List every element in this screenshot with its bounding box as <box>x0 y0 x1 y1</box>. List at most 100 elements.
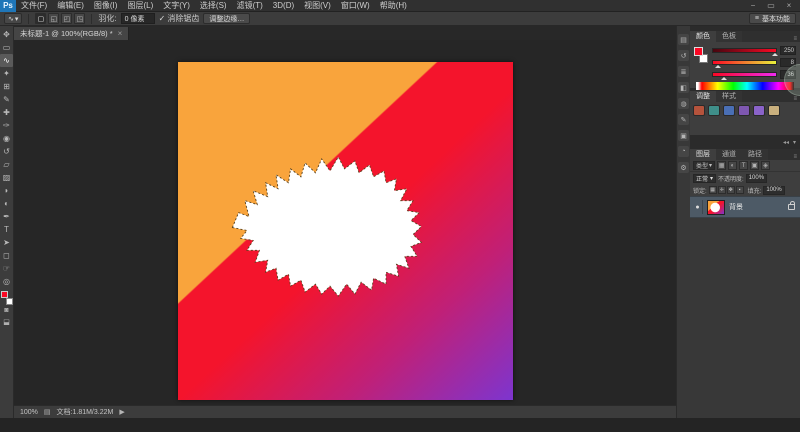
menu-item[interactable]: 图层(L) <box>122 0 158 12</box>
tool-button[interactable]: ⊞ <box>0 80 13 93</box>
feather-input[interactable]: 0 像素 <box>121 13 155 24</box>
tool-button[interactable]: ↺ <box>0 145 13 158</box>
blue-value[interactable]: 36 <box>780 70 796 79</box>
green-value[interactable]: 8 <box>780 58 796 67</box>
menu-item[interactable]: 帮助(H) <box>375 0 412 12</box>
selection-mode-button[interactable]: ◱ <box>48 13 59 24</box>
tool-button[interactable]: ◻ <box>0 249 13 262</box>
lock-option-icon[interactable]: ▦ <box>709 186 717 194</box>
screen-mode-button[interactable]: ⬓ <box>0 316 13 327</box>
layer-visibility-eye-icon[interactable]: ● <box>693 200 703 214</box>
tool-preset-picker[interactable]: ∿ ▾ <box>4 13 22 24</box>
collapse-icon[interactable]: ◂◂ <box>783 139 789 146</box>
menu-item[interactable]: 视图(V) <box>299 0 336 12</box>
opacity-input[interactable]: 100% <box>746 174 767 183</box>
tool-button[interactable]: ◉ <box>0 132 13 145</box>
tab-adjustments[interactable]: 调整 <box>690 91 716 102</box>
menu-item[interactable]: 文件(F) <box>16 0 52 12</box>
tab-styles[interactable]: 样式 <box>716 91 742 102</box>
tool-button[interactable]: ▨ <box>0 171 13 184</box>
document-tab[interactable]: 未标题-1 @ 100%(RGB/8) * × <box>14 27 129 40</box>
fill-input[interactable]: 100% <box>763 186 784 195</box>
dock-panel-icon[interactable]: ✎ <box>678 114 689 125</box>
slider-handle[interactable] <box>772 53 778 56</box>
adjustment-icon[interactable] <box>693 105 705 116</box>
foreground-color-swatch[interactable] <box>694 47 703 56</box>
menu-item[interactable]: 图像(I) <box>89 0 123 12</box>
document-canvas[interactable] <box>178 62 513 400</box>
background-color-swatch[interactable] <box>6 298 13 305</box>
selection-mode-button[interactable]: ◰ <box>61 13 72 24</box>
blue-slider[interactable] <box>712 72 777 77</box>
antialias-checkbox[interactable]: ✓ 消除锯齿 <box>159 13 200 24</box>
dock-panel-icon[interactable]: ≣ <box>678 66 689 77</box>
color-spectrum-ramp[interactable] <box>696 82 794 90</box>
tool-button[interactable]: ✎ <box>0 93 13 106</box>
menu-item[interactable]: 3D(D) <box>268 0 299 12</box>
close-icon[interactable]: × <box>784 1 794 10</box>
workspace-switcher-button[interactable]: ≡ 基本功能 <box>749 13 796 24</box>
adjustment-icon[interactable] <box>738 105 750 116</box>
slider-handle[interactable] <box>721 77 727 80</box>
tab-layers[interactable]: 图层 <box>690 149 716 160</box>
tool-button[interactable]: T <box>0 223 13 236</box>
menu-item[interactable]: 选择(S) <box>195 0 232 12</box>
layer-filter-kind[interactable]: 类型 ▾ <box>693 161 715 170</box>
dock-panel-icon[interactable]: ◍ <box>678 98 689 109</box>
color-panel-swatches[interactable] <box>694 47 708 63</box>
refine-edge-button[interactable]: 调整边缘… <box>203 13 250 24</box>
lock-option-icon[interactable]: ✛ <box>718 186 726 194</box>
minimize-icon[interactable]: − <box>748 1 758 10</box>
tool-button[interactable]: ✑ <box>0 119 13 132</box>
restore-icon[interactable]: ▭ <box>766 1 776 10</box>
tool-button[interactable]: ◎ <box>0 275 13 288</box>
quick-mask-button[interactable]: ◙ <box>0 305 13 316</box>
adjustment-icon[interactable] <box>768 105 780 116</box>
red-slider[interactable] <box>712 48 777 53</box>
tool-button[interactable]: ◗ <box>0 184 13 197</box>
adjustment-icon[interactable] <box>753 105 765 116</box>
tool-button[interactable]: ▱ <box>0 158 13 171</box>
tool-button[interactable]: ➤ <box>0 236 13 249</box>
adjustment-icon[interactable] <box>723 105 735 116</box>
layer-filter-icon[interactable]: T <box>739 161 748 170</box>
layer-filter-icon[interactable]: ▦ <box>717 161 726 170</box>
selection-mode-button[interactable]: ▢ <box>35 13 46 24</box>
dock-panel-icon[interactable]: ▣ <box>678 130 689 141</box>
tool-button[interactable]: ✥ <box>0 28 13 41</box>
dock-panel-icon[interactable]: ⚙ <box>678 162 689 173</box>
menu-item[interactable]: 文字(Y) <box>158 0 195 12</box>
menu-item[interactable]: 滤镜(T) <box>232 0 268 12</box>
status-caret-icon[interactable]: ▶ <box>119 408 124 416</box>
tool-button[interactable]: ▭ <box>0 41 13 54</box>
dock-panel-icon[interactable]: ◧ <box>678 82 689 93</box>
green-slider[interactable] <box>712 60 777 65</box>
adjustment-icon[interactable] <box>708 105 720 116</box>
layer-filter-icon[interactable]: ◐ <box>728 161 737 170</box>
menu-item[interactable]: 窗口(W) <box>336 0 375 12</box>
tool-button[interactable]: ✚ <box>0 106 13 119</box>
canvas-pasteboard[interactable] <box>14 40 676 405</box>
tool-button[interactable]: ☞ <box>0 262 13 275</box>
slider-handle[interactable] <box>715 65 721 68</box>
blend-mode-select[interactable]: 正常 ▾ <box>693 174 716 183</box>
tool-button[interactable]: ∿ <box>0 54 13 67</box>
tab-paths[interactable]: 路径 <box>742 149 768 160</box>
foreground-color-swatch[interactable] <box>1 291 8 298</box>
red-value[interactable]: 250 <box>780 46 796 55</box>
lock-option-icon[interactable]: ✥ <box>727 186 735 194</box>
tab-channels[interactable]: 通道 <box>716 149 742 160</box>
zoom-level[interactable]: 100% <box>20 409 38 416</box>
tab-close-icon[interactable]: × <box>118 29 123 38</box>
foreground-background-swatches[interactable] <box>1 291 13 305</box>
dock-panel-icon[interactable]: ▤ <box>678 34 689 45</box>
dock-panel-icon[interactable]: ↺ <box>678 50 689 61</box>
tab-color[interactable]: 颜色 <box>690 31 716 42</box>
layer-row-background[interactable]: ● 背景 <box>690 196 800 218</box>
layer-filter-icon[interactable]: ▣ <box>750 161 759 170</box>
layer-filter-icon[interactable]: ◈ <box>761 161 770 170</box>
layer-thumbnail[interactable] <box>707 200 725 215</box>
chevron-down-icon[interactable]: ▾ <box>793 139 796 146</box>
dock-panel-icon[interactable]: ◔ <box>678 146 689 157</box>
menu-item[interactable]: 编辑(E) <box>52 0 89 12</box>
